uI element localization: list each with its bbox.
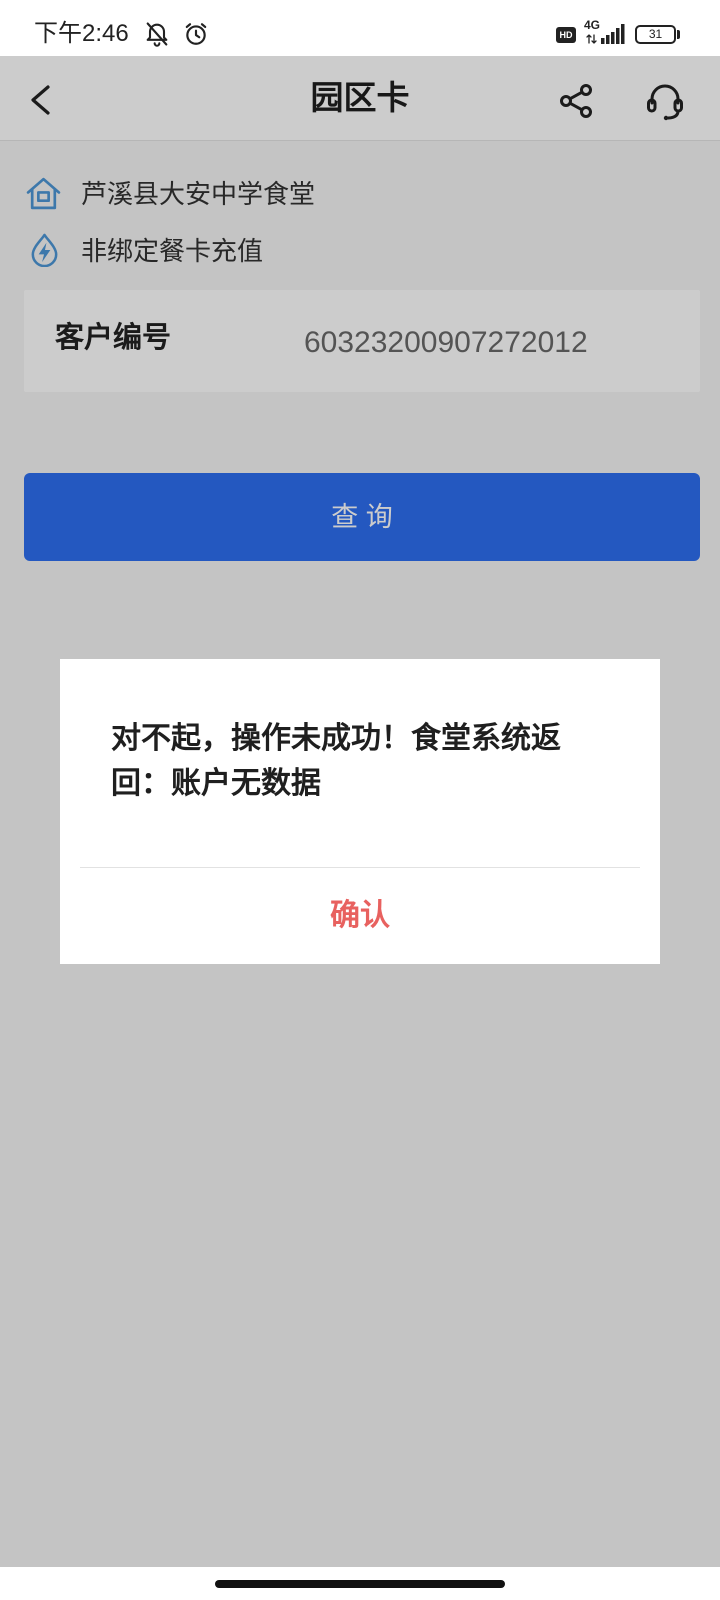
home-indicator[interactable]	[215, 1580, 505, 1588]
alert-dialog: 对不起，操作未成功！食堂系统返回：账户无数据 确认	[60, 659, 660, 964]
battery-cap	[677, 30, 680, 39]
alarm-clock-icon	[185, 23, 207, 45]
signal-icon	[586, 24, 625, 44]
system-nav-bar	[0, 1567, 720, 1600]
confirm-button[interactable]: 确认	[60, 868, 660, 964]
hd-badge: HD	[556, 27, 576, 43]
mute-bell-icon	[146, 22, 168, 47]
battery-level: 31	[648, 27, 663, 41]
battery-icon: 31	[635, 25, 676, 44]
status-bar: 下午2:46 HD 4G 31	[0, 0, 720, 56]
dialog-message: 对不起，操作未成功！食堂系统返回：账户无数据	[111, 722, 561, 800]
status-time: 下午2:46	[34, 20, 129, 47]
